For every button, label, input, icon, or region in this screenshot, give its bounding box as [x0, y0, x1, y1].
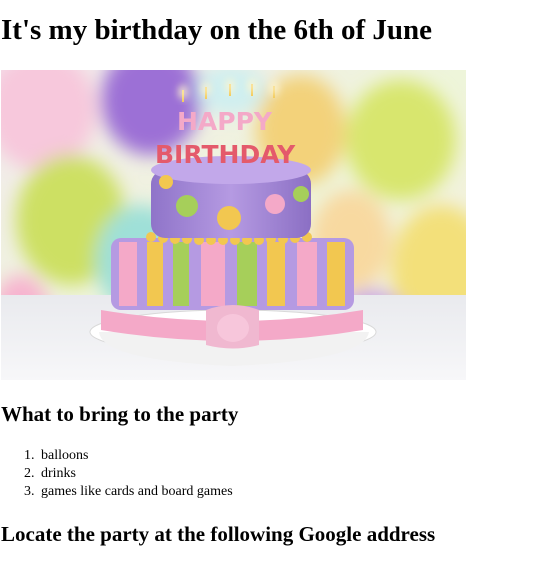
page-title: It's my birthday on the 6th of June	[1, 14, 433, 46]
list-item-number: 3.	[24, 484, 35, 499]
list-item: 3. games like cards and board games	[24, 483, 233, 501]
list-item-text: drinks	[41, 466, 76, 481]
bring-list: 1. balloons 2. drinks 3. games like card…	[0, 447, 233, 501]
list-item-text: games like cards and board games	[41, 484, 233, 499]
cake-letters-birthday: BIRTHDAY	[155, 140, 296, 169]
page: It's my birthday on the 6th of June HAPP…	[0, 0, 542, 563]
list-item: 1. balloons	[24, 447, 233, 465]
balloon-lime-2	[346, 80, 456, 200]
list-item-number: 2.	[24, 466, 35, 481]
cake-letters-happy: HAPPY	[177, 107, 273, 136]
list-item-text: balloons	[41, 448, 89, 463]
cake-illustration: HAPPY BIRTHDAY	[1, 70, 466, 380]
list-item: 2. drinks	[24, 465, 233, 483]
bottom-tier	[101, 232, 363, 349]
locate-heading: Locate the party at the following Google…	[1, 522, 436, 546]
birthday-cake-image: HAPPY BIRTHDAY	[1, 70, 466, 380]
list-item-number: 1.	[24, 448, 35, 463]
bring-heading: What to bring to the party	[1, 402, 239, 426]
